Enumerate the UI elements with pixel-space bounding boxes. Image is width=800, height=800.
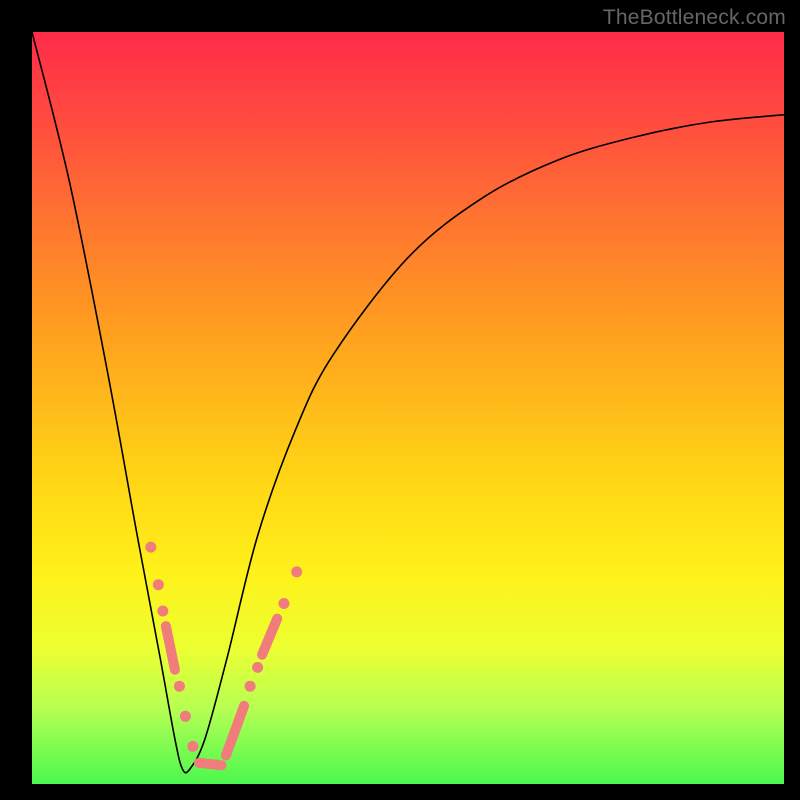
bead — [153, 579, 164, 590]
bead — [157, 606, 168, 617]
bead-pill — [226, 706, 244, 756]
bead-pill — [262, 619, 277, 655]
bead — [252, 662, 263, 673]
bead — [174, 681, 185, 692]
bead — [187, 741, 198, 752]
chart-frame: TheBottleneck.com — [0, 0, 800, 800]
bead-cluster — [145, 542, 302, 766]
bead — [180, 711, 191, 722]
curve-svg — [32, 32, 784, 784]
bead — [145, 542, 156, 553]
watermark-text: TheBottleneck.com — [603, 6, 786, 30]
plot-area — [32, 32, 784, 784]
bead — [278, 598, 289, 609]
bead-pill — [199, 763, 222, 765]
bead — [291, 566, 302, 577]
bead — [245, 681, 256, 692]
bead-pill — [166, 626, 175, 670]
bottleneck-curve — [32, 32, 784, 773]
